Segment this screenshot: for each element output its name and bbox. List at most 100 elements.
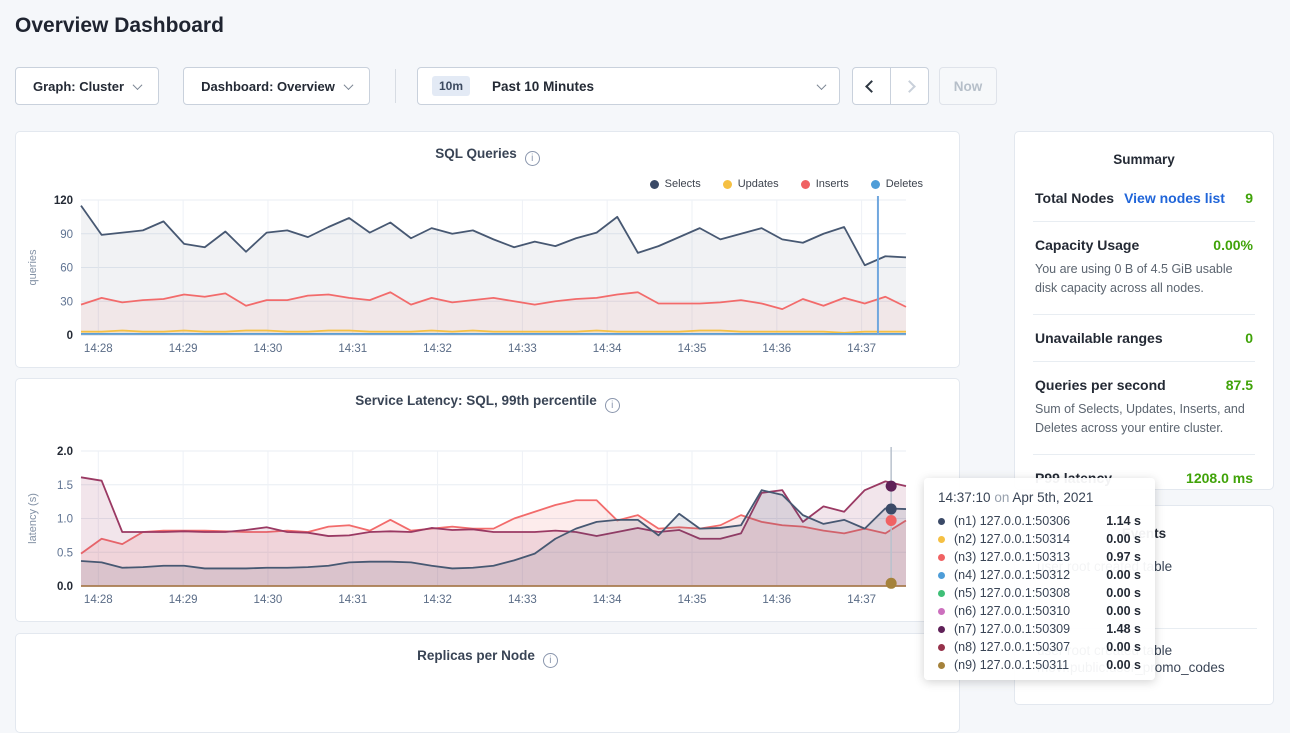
tooltip-node-address: (n2) 127.0.0.1:50314	[954, 532, 1100, 546]
svg-text:14:30: 14:30	[254, 343, 283, 355]
info-icon[interactable]: i	[525, 151, 540, 166]
svg-text:14:31: 14:31	[338, 594, 367, 606]
chevron-down-icon	[343, 80, 353, 90]
legend-label: Deletes	[886, 178, 923, 190]
series-dot-icon	[938, 626, 945, 633]
replicas-per-node-panel: Replicas per Nodei	[15, 633, 960, 733]
svg-text:0.5: 0.5	[57, 547, 73, 559]
tooltip-row: (n6) 127.0.0.1:503100.00 s	[938, 602, 1141, 620]
chevron-right-icon	[903, 80, 916, 93]
chart-tooltip: 14:37:10 on Apr 5th, 2021 (n1) 127.0.0.1…	[924, 478, 1155, 680]
tooltip-node-address: (n5) 127.0.0.1:50308	[954, 586, 1100, 600]
series-dot-icon	[938, 572, 945, 579]
tooltip-node-value: 0.00 s	[1106, 568, 1141, 582]
svg-text:14:37: 14:37	[847, 343, 876, 355]
svg-text:14:34: 14:34	[593, 343, 622, 355]
summary-desc: Sum of Selects, Updates, Inserts, and De…	[1035, 400, 1253, 439]
chevron-down-icon	[133, 80, 143, 90]
time-next-button[interactable]	[890, 67, 929, 105]
chart-title: Service Latency: SQL, 99th percentilei	[16, 379, 959, 413]
chart-legend: Selects Updates Inserts Deletes	[650, 178, 923, 190]
tooltip-row: (n3) 127.0.0.1:503130.97 s	[938, 548, 1141, 566]
svg-text:14:31: 14:31	[338, 343, 367, 355]
toolbar: Graph: Cluster Dashboard: Overview 10m P…	[15, 67, 1275, 105]
svg-text:14:37: 14:37	[847, 594, 876, 606]
svg-text:0: 0	[67, 330, 73, 342]
tooltip-row: (n5) 127.0.0.1:50308 0.00 s	[938, 584, 1141, 602]
view-nodes-link[interactable]: View nodes list	[1124, 190, 1225, 206]
tooltip-node-address: (n9) 127.0.0.1:50311	[954, 658, 1100, 672]
summary-row-main: Queries per second87.5	[1035, 377, 1253, 393]
legend-label: Updates	[738, 178, 779, 190]
svg-text:90: 90	[60, 229, 73, 241]
info-icon[interactable]: i	[605, 398, 620, 413]
summary-panel: Summary Total NodesView nodes list9Capac…	[1014, 131, 1274, 490]
time-range-label: Past 10 Minutes	[492, 79, 594, 94]
legend-dot-icon	[871, 180, 880, 189]
summary-rows: Total Nodes View nodes list 9 Capacity Usag…	[1015, 167, 1273, 501]
svg-text:14:29: 14:29	[169, 343, 198, 355]
svg-text:queries: queries	[27, 249, 39, 286]
tooltip-node-address: (n7) 127.0.0.1:50309	[954, 622, 1100, 636]
tooltip-row: (n2) 127.0.0.1:50314 0.00 s	[938, 530, 1141, 548]
legend-item[interactable]: Deletes	[871, 178, 923, 190]
tooltip-time: 14:37:10	[938, 490, 991, 505]
tooltip-node-value: 0.00 s	[1106, 604, 1141, 618]
chart-title-text: SQL Queries	[435, 146, 517, 161]
legend-item[interactable]: Selects	[650, 178, 701, 190]
tooltip-node-value: 0.97 s	[1106, 550, 1141, 564]
svg-text:14:29: 14:29	[169, 594, 198, 606]
tooltip-node-value: 0.00 s	[1106, 532, 1141, 546]
summary-row: Capacity Usage0.00% You are using 0 B of …	[1033, 222, 1255, 315]
now-button[interactable]: Now	[939, 67, 997, 105]
summary-label: Total Nodes	[1035, 190, 1114, 206]
legend-label: Selects	[665, 178, 701, 190]
svg-text:2.0: 2.0	[57, 446, 73, 458]
summary-value: 87.5	[1226, 377, 1253, 393]
info-icon[interactable]: i	[543, 653, 558, 668]
legend-item[interactable]: Inserts	[801, 178, 849, 190]
summary-row-main: Capacity Usage0.00%	[1035, 237, 1253, 253]
svg-text:14:34: 14:34	[593, 594, 622, 606]
svg-text:1.0: 1.0	[57, 514, 73, 526]
series-dot-icon	[938, 662, 945, 669]
sql-queries-panel: SQL Queries i Selects Updates Inserts Delete…	[15, 131, 960, 368]
summary-value: 9	[1245, 190, 1253, 206]
summary-row-main: Unavailable ranges0	[1035, 330, 1253, 346]
legend-item[interactable]: Updates	[723, 178, 779, 190]
svg-text:14:32: 14:32	[423, 343, 452, 355]
svg-text:1.5: 1.5	[57, 480, 73, 492]
summary-row: Queries per second87.5 Sum of Selects, Up…	[1033, 362, 1255, 455]
chevron-down-icon	[817, 80, 827, 90]
service-latency-chart[interactable]: 0.00.51.01.52.014:2814:2914:3014:3114:32…	[16, 443, 959, 613]
tooltip-node-address: (n8) 127.0.0.1:50307	[954, 640, 1100, 654]
svg-text:14:36: 14:36	[762, 594, 791, 606]
svg-text:120: 120	[54, 195, 73, 207]
chevron-left-icon	[865, 80, 878, 93]
svg-text:14:28: 14:28	[84, 343, 113, 355]
summary-desc: You are using 0 B of 4.5 GiB usable disk…	[1035, 260, 1253, 299]
series-dot-icon	[938, 536, 945, 543]
time-range-picker[interactable]: 10m Past 10 Minutes	[417, 67, 840, 105]
tooltip-row: (n9) 127.0.0.1:50311 0.00 s	[938, 656, 1141, 674]
tooltip-row: (n1) 127.0.0.1:503061.14 s	[938, 512, 1141, 530]
tooltip-node-value: 0.00 s	[1106, 658, 1141, 672]
tooltip-node-value: 0.00 s	[1106, 640, 1141, 654]
legend-dot-icon	[650, 180, 659, 189]
tooltip-row: (n8) 127.0.0.1:50307 0.00 s	[938, 638, 1141, 656]
tooltip-node-address: (n4) 127.0.0.1:50312	[954, 568, 1100, 582]
series-dot-icon	[938, 518, 945, 525]
tooltip-node-value: 0.00 s	[1106, 586, 1141, 600]
tooltip-row: (n4) 127.0.0.1:50312 0.00 s	[938, 566, 1141, 584]
series-dot-icon	[938, 644, 945, 651]
dashboard-dropdown[interactable]: Dashboard: Overview	[183, 67, 370, 105]
summary-row: Total Nodes View nodes list 9	[1033, 175, 1255, 222]
page-title: Overview Dashboard	[15, 14, 224, 38]
graph-dropdown[interactable]: Graph: Cluster	[15, 67, 159, 105]
svg-text:14:30: 14:30	[254, 594, 283, 606]
time-prev-button[interactable]	[852, 67, 891, 105]
sql-queries-chart[interactable]: 030609012014:2814:2914:3014:3114:3214:33…	[16, 192, 959, 362]
series-dot-icon	[938, 590, 945, 597]
tooltip-date: Apr 5th, 2021	[1012, 490, 1093, 505]
summary-row: Unavailable ranges0	[1033, 315, 1255, 362]
